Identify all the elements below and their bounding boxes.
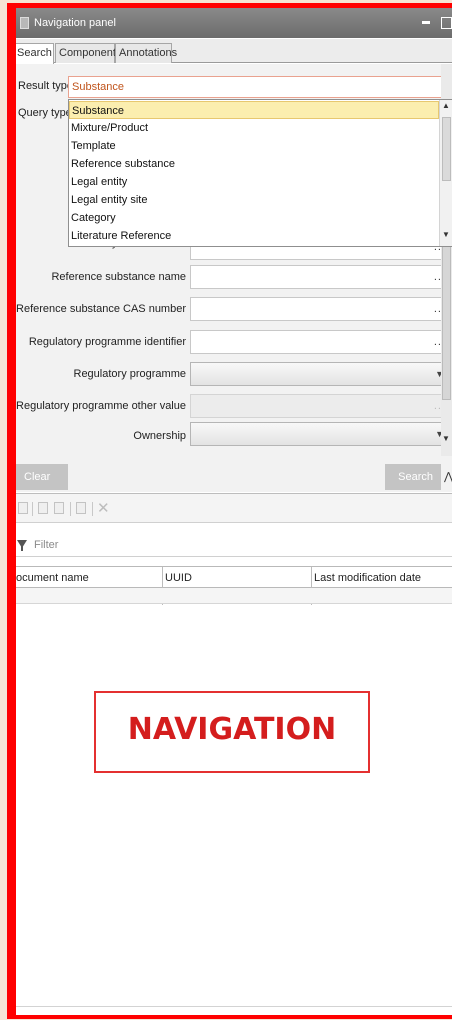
tab-search[interactable]: Search: [16, 43, 54, 64]
open-document-icon[interactable]: [38, 502, 48, 514]
results-table-header: ocument name UUID Last modification date: [16, 566, 452, 605]
scrollbar-thumb[interactable]: [442, 117, 451, 181]
clear-button-label: Clear: [24, 471, 51, 483]
tab-bar: Search Components Annotations: [16, 39, 452, 64]
scroll-up-icon[interactable]: ▲: [442, 101, 450, 110]
ownership-select[interactable]: ▼: [190, 422, 451, 446]
toolbar-separator: [32, 502, 33, 516]
filter-icon: [17, 540, 27, 551]
filter-bar[interactable]: Filter: [16, 533, 452, 557]
column-last-modification-date[interactable]: Last modification date: [314, 572, 421, 584]
reference-substance-cas-field[interactable]: ...: [190, 297, 451, 321]
column-document-name[interactable]: ocument name: [16, 572, 89, 584]
search-button[interactable]: Search: [385, 464, 441, 490]
results-toolbar: ✕: [16, 493, 452, 523]
panel-icon: [20, 17, 29, 29]
regulatory-programme-identifier-label: Regulatory programme identifier: [28, 336, 186, 348]
regulatory-programme-select[interactable]: ▼: [190, 362, 451, 386]
scroll-down-icon[interactable]: ▼: [442, 230, 450, 239]
navigation-panel: Navigation panel Search Components Annot…: [16, 8, 452, 1015]
navigation-annotation-box: NAVIGATION: [94, 691, 370, 773]
result-type-select[interactable]: Substance ▼: [68, 76, 452, 98]
dropdown-option[interactable]: Legal entity: [69, 173, 439, 191]
dropdown-option[interactable]: Reference substance: [69, 155, 439, 173]
toolbar-separator: [92, 502, 93, 516]
tab-annotations[interactable]: Annotations: [115, 43, 177, 63]
window-title: Navigation panel: [34, 17, 116, 29]
tab-components[interactable]: Components: [55, 43, 121, 63]
print-icon[interactable]: [76, 502, 86, 514]
clear-button[interactable]: Clear: [16, 464, 68, 490]
navigation-annotation-label: NAVIGATION: [127, 712, 337, 747]
maximize-icon[interactable]: [441, 17, 452, 29]
tab-search-label: Search: [17, 47, 52, 59]
divider: [16, 1006, 452, 1007]
regulatory-programme-other-field: ...: [190, 394, 451, 418]
dropdown-option[interactable]: Literature Reference: [69, 227, 439, 245]
scroll-down-icon[interactable]: ▼: [442, 434, 450, 443]
reference-substance-cas-label: Reference substance CAS number: [16, 303, 186, 315]
delete-icon[interactable]: ✕: [97, 499, 110, 517]
result-type-label: Result type: [18, 80, 74, 92]
dropdown-option[interactable]: Template: [69, 137, 439, 155]
tab-components-label: Components: [59, 47, 122, 59]
result-type-dropdown: Substance Mixture/Product Template Refer…: [68, 99, 452, 247]
search-form: Result type Substance ▼ Query type Subst…: [16, 64, 452, 464]
dropdown-option[interactable]: Substance: [69, 101, 439, 119]
copy-document-icon[interactable]: [54, 502, 64, 514]
collapse-icon[interactable]: ⋀: [444, 470, 452, 483]
reference-substance-name-label: Reference substance name: [51, 271, 186, 283]
ownership-label: Ownership: [133, 430, 186, 442]
new-document-icon[interactable]: [18, 502, 28, 514]
filter-input[interactable]: Filter: [34, 539, 58, 551]
dropdown-option[interactable]: Mixture/Product: [69, 119, 439, 137]
action-row: Clear Search ⋀: [16, 464, 452, 492]
dropdown-option[interactable]: Category: [69, 209, 439, 227]
table-row[interactable]: [16, 588, 452, 604]
dropdown-scrollbar[interactable]: ▲ ▼: [439, 100, 452, 246]
regulatory-programme-label: Regulatory programme: [73, 368, 187, 380]
search-button-label: Search: [398, 471, 433, 483]
reference-substance-name-field[interactable]: ...: [190, 265, 451, 289]
result-type-value: Substance: [72, 81, 124, 93]
column-uuid[interactable]: UUID: [165, 572, 192, 584]
minimize-icon[interactable]: [422, 21, 430, 24]
title-bar: Navigation panel: [16, 8, 452, 38]
dropdown-option[interactable]: Legal entity site: [69, 191, 439, 209]
regulatory-programme-other-label: Regulatory programme other value: [16, 400, 186, 412]
regulatory-programme-identifier-field[interactable]: ...: [190, 330, 451, 354]
toolbar-separator: [70, 502, 71, 516]
query-type-label: Query type: [18, 107, 72, 119]
tab-annotations-label: Annotations: [119, 47, 178, 59]
